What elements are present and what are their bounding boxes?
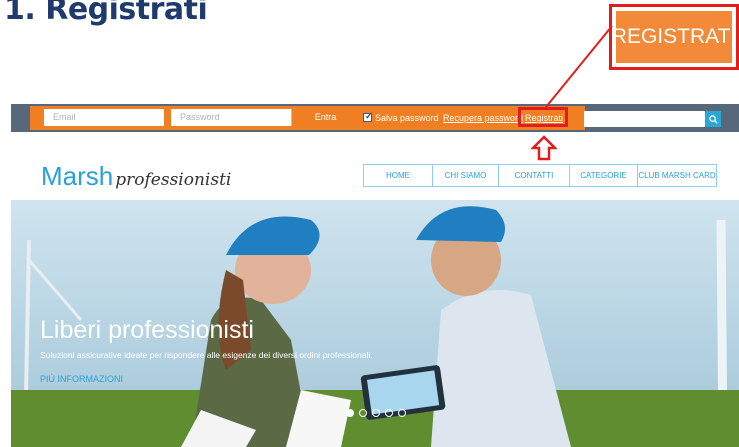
login-button[interactable]: Entra [291,109,359,126]
search-icon [708,114,718,124]
nav-item-chi-siamo[interactable]: CHI SIAMO [432,164,498,187]
search-input[interactable] [584,111,705,127]
hero-title: Liberi professionisti [40,316,254,344]
slide-title: 1. Registrati [4,0,208,27]
hero-banner: Liberi professionisti Soluzioni assicura… [11,200,739,447]
save-password-checkbox[interactable]: ✓ [363,111,373,122]
nav-item-home[interactable]: HOME [363,164,432,187]
checkbox-checked-icon: ✓ [365,111,373,121]
logo-tagline: professionisti [115,170,232,190]
recover-password-link[interactable]: Recupera password [443,113,523,123]
register-highlight-box [518,107,568,127]
up-arrow-icon [531,135,557,161]
slider-dot[interactable] [372,409,380,417]
main-navigation: HOME CHI SIAMO CONTATTI CATEGORIE CLUB M… [363,164,717,187]
login-topbar: Email Password Entra ✓ Salva password Re… [11,104,739,132]
password-field[interactable]: Password [171,109,291,126]
logo-brand: Marsh [41,161,114,191]
callout-register-label: REGISTRATI [612,11,736,63]
nav-item-club-marsh-card[interactable]: CLUB MARSH CARD [637,164,717,187]
site-logo[interactable]: Marsh professionisti [41,161,231,192]
slider-dot[interactable] [346,409,354,417]
nav-item-contatti[interactable]: CONTATTI [498,164,569,187]
slider-dots [346,409,406,417]
website-screenshot: Email Password Entra ✓ Salva password Re… [11,104,739,447]
slider-dot[interactable] [385,409,393,417]
hero-subtitle: Soluzioni assicurative ideate per rispon… [40,350,373,360]
save-password-label: Salva password [375,113,439,123]
email-field[interactable]: Email [44,109,164,126]
nav-item-categorie[interactable]: CATEGORIE [569,164,637,187]
slider-dot[interactable] [359,409,367,417]
more-info-link[interactable]: PIÙ INFORMAZIONI [40,374,123,384]
search-button[interactable] [705,111,721,127]
zoom-callout: REGISTRATI [609,4,739,70]
slider-dot[interactable] [398,409,406,417]
